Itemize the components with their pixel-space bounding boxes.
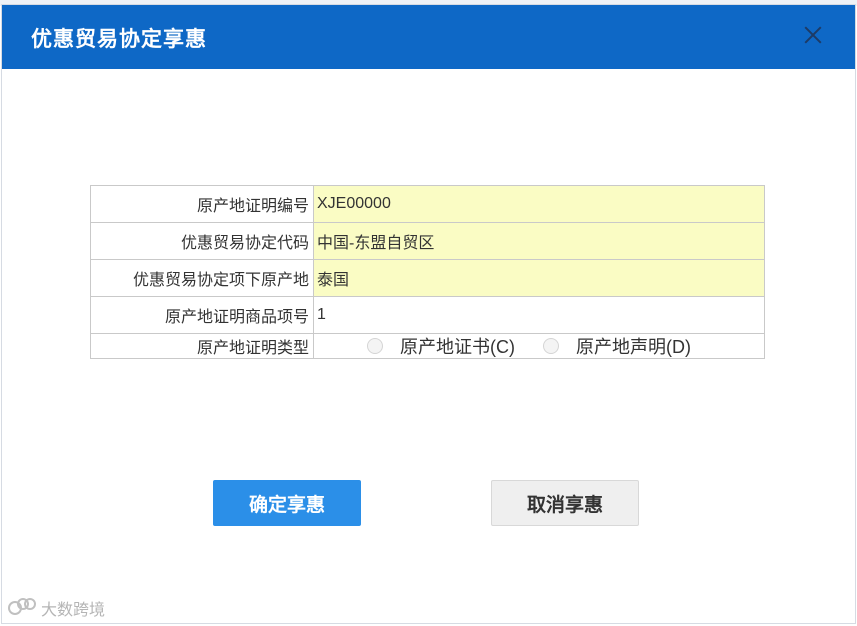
radio-button[interactable] [543,338,559,354]
field-label: 原产地证明商品项号 [90,296,314,334]
watermark-text: 大数跨境 [41,602,106,619]
dialog-titlebar: 优惠贸易协定享惠 [2,5,855,69]
radio-button[interactable] [367,338,383,354]
origin-country-field[interactable]: 泰国 [313,259,765,297]
dialog-title: 优惠贸易协定享惠 [31,28,207,51]
certificate-type-option-d[interactable]: 原产地声明(D) [543,333,691,359]
form-row-item-number: 原产地证明商品项号 1 [90,296,765,334]
agreement-code-field[interactable]: 中国-东盟自贸区 [313,222,765,260]
item-number-field[interactable]: 1 [313,296,765,334]
form-row-certificate-type: 原产地证明类型 原产地证书(C) 原产地声明(D) [90,333,765,359]
field-label: 原产地证明编号 [90,185,314,223]
form-row-origin-country: 优惠贸易协定项下原产地 泰国 [90,259,765,297]
certificate-type-option-c[interactable]: 原产地证书(C) [367,333,515,359]
option-label: 原产地声明(D) [576,337,691,357]
certificate-number-field[interactable]: XJE00000 [313,185,765,223]
certificate-type-options: 原产地证书(C) 原产地声明(D) [313,333,765,359]
watermark-logo-icon [8,598,38,618]
field-label: 原产地证明类型 [90,333,314,359]
close-icon[interactable] [801,23,825,47]
cancel-button[interactable]: 取消享惠 [491,480,639,526]
form-row-agreement-code: 优惠贸易协定代码 中国-东盟自贸区 [90,222,765,260]
field-label: 优惠贸易协定项下原产地 [90,259,314,297]
form-row-certificate-number: 原产地证明编号 XJE00000 [90,185,765,223]
field-label: 优惠贸易协定代码 [90,222,314,260]
option-label: 原产地证书(C) [400,337,515,357]
confirm-button[interactable]: 确定享惠 [213,480,361,526]
watermark: 大数跨境 [8,596,105,620]
origin-certificate-form: 原产地证明编号 XJE00000 优惠贸易协定代码 中国-东盟自贸区 优惠贸易协… [90,185,765,359]
